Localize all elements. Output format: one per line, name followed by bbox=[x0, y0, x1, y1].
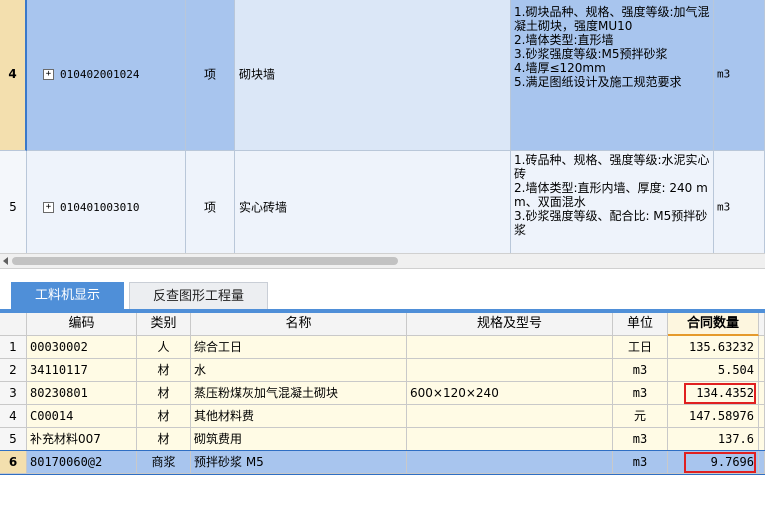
resource-name[interactable]: 综合工日 bbox=[191, 336, 407, 359]
resource-name[interactable]: 砌筑费用 bbox=[191, 428, 407, 451]
item-category[interactable]: 项 bbox=[186, 0, 235, 151]
row-index: 1 bbox=[0, 336, 27, 359]
item-category[interactable]: 项 bbox=[186, 151, 235, 253]
resource-unit[interactable]: 工日 bbox=[613, 336, 668, 359]
item-name[interactable]: 砌块墙 bbox=[235, 0, 511, 151]
qty-highlight-box bbox=[684, 452, 756, 473]
scrollbar-thumb[interactable] bbox=[12, 257, 398, 265]
table-row[interactable]: 5 补充材料007 材 砌筑费用 m3 137.6 bbox=[0, 428, 765, 451]
table-row[interactable]: 1 00030002 人 综合工日 工日 135.63232 bbox=[0, 336, 765, 359]
boq-table: 4 +010402001024 项 砌块墙 1.砌块品种、规格、强度等级:加气混… bbox=[0, 0, 765, 253]
row-index: 2 bbox=[0, 359, 27, 382]
header-spec[interactable]: 规格及型号 bbox=[407, 313, 613, 336]
row-index: 6 bbox=[0, 451, 27, 474]
header-category[interactable]: 类别 bbox=[137, 313, 191, 336]
table-row-selected[interactable]: 6 80170060@2 商浆 预拌砂浆 M5 m3 9.7696 bbox=[0, 450, 765, 475]
resource-code[interactable]: 00030002 bbox=[27, 336, 137, 359]
resource-category[interactable]: 人 bbox=[137, 336, 191, 359]
header-code[interactable]: 编码 bbox=[27, 313, 137, 336]
table-row[interactable]: 3 80230801 材 蒸压粉煤灰加气混凝土砌块 600×120×240 m3… bbox=[0, 382, 765, 405]
row-end bbox=[759, 405, 765, 428]
table-row[interactable]: 2 34110117 材 水 m3 5.504 bbox=[0, 359, 765, 382]
detail-tabs: 工料机显示 反查图形工程量 bbox=[0, 269, 765, 313]
resource-unit[interactable]: m3 bbox=[613, 451, 668, 474]
resource-unit[interactable]: 元 bbox=[613, 405, 668, 428]
row-index: 5 bbox=[0, 428, 27, 451]
resource-name[interactable]: 蒸压粉煤灰加气混凝土砌块 bbox=[191, 382, 407, 405]
resource-category[interactable]: 材 bbox=[137, 382, 191, 405]
resource-spec[interactable] bbox=[407, 428, 613, 451]
resource-name[interactable]: 其他材料费 bbox=[191, 405, 407, 428]
row-end bbox=[759, 428, 765, 451]
item-spec[interactable]: 1.砖品种、规格、强度等级:水泥实心砖 2.墙体类型:直形内墙、厚度: 240 … bbox=[511, 151, 714, 253]
header-index bbox=[0, 313, 27, 336]
resource-code[interactable]: 34110117 bbox=[27, 359, 137, 382]
item-code: 010402001024 bbox=[60, 68, 140, 81]
item-unit[interactable]: m3 bbox=[714, 0, 765, 151]
row-index: 4 bbox=[0, 405, 27, 428]
boq-row[interactable]: 5 +010401003010 项 实心砖墙 1.砖品种、规格、强度等级:水泥实… bbox=[0, 151, 765, 253]
tab-reverse-lookup[interactable]: 反查图形工程量 bbox=[129, 282, 268, 309]
scroll-left-icon[interactable] bbox=[3, 257, 8, 265]
row-end bbox=[759, 382, 765, 405]
expand-icon[interactable]: + bbox=[43, 202, 54, 213]
resource-name[interactable]: 水 bbox=[191, 359, 407, 382]
resource-unit[interactable]: m3 bbox=[613, 428, 668, 451]
grid-header: 编码 类别 名称 规格及型号 单位 合同数量 bbox=[0, 313, 765, 336]
header-contract-qty[interactable]: 合同数量 bbox=[668, 313, 759, 336]
tab-resource-display[interactable]: 工料机显示 bbox=[11, 282, 124, 309]
resource-spec[interactable]: 600×120×240 bbox=[407, 382, 613, 405]
resource-spec[interactable] bbox=[407, 336, 613, 359]
resource-code[interactable]: 80170060@2 bbox=[27, 451, 137, 474]
resource-category[interactable]: 材 bbox=[137, 359, 191, 382]
boq-row[interactable]: 4 +010402001024 项 砌块墙 1.砌块品种、规格、强度等级:加气混… bbox=[0, 0, 765, 151]
header-name[interactable]: 名称 bbox=[191, 313, 407, 336]
resource-name[interactable]: 预拌砂浆 M5 bbox=[191, 451, 407, 474]
header-unit[interactable]: 单位 bbox=[613, 313, 668, 336]
row-index: 4 bbox=[0, 0, 27, 151]
row-index: 5 bbox=[0, 151, 27, 253]
qty-highlight-box bbox=[684, 383, 756, 404]
expand-icon[interactable]: + bbox=[43, 69, 54, 80]
resource-code[interactable]: C00014 bbox=[27, 405, 137, 428]
row-end bbox=[759, 336, 765, 359]
resource-qty[interactable]: 135.63232 bbox=[668, 336, 759, 359]
item-unit[interactable]: m3 bbox=[714, 151, 765, 253]
resource-spec[interactable] bbox=[407, 451, 613, 474]
row-end bbox=[759, 359, 765, 382]
resource-qty[interactable]: 137.6 bbox=[668, 428, 759, 451]
item-spec[interactable]: 1.砌块品种、规格、强度等级:加气混凝土砌块，强度MU10 2.墙体类型:直形墙… bbox=[511, 0, 714, 151]
resource-unit[interactable]: m3 bbox=[613, 382, 668, 405]
resource-spec[interactable] bbox=[407, 359, 613, 382]
item-code-cell[interactable]: +010402001024 bbox=[27, 0, 186, 151]
table-row[interactable]: 4 C00014 材 其他材料费 元 147.58976 bbox=[0, 405, 765, 428]
row-index: 3 bbox=[0, 382, 27, 405]
resource-unit[interactable]: m3 bbox=[613, 359, 668, 382]
resource-code[interactable]: 80230801 bbox=[27, 382, 137, 405]
resource-category[interactable]: 材 bbox=[137, 428, 191, 451]
item-code: 010401003010 bbox=[60, 201, 140, 214]
horizontal-scrollbar[interactable] bbox=[0, 253, 765, 269]
resource-qty[interactable]: 5.504 bbox=[668, 359, 759, 382]
row-end bbox=[759, 451, 765, 474]
resource-qty[interactable]: 147.58976 bbox=[668, 405, 759, 428]
resource-spec[interactable] bbox=[407, 405, 613, 428]
resource-category[interactable]: 商浆 bbox=[137, 451, 191, 474]
item-name[interactable]: 实心砖墙 bbox=[235, 151, 511, 253]
item-code-cell[interactable]: +010401003010 bbox=[27, 151, 186, 253]
resource-code[interactable]: 补充材料007 bbox=[27, 428, 137, 451]
resource-category[interactable]: 材 bbox=[137, 405, 191, 428]
header-end bbox=[759, 313, 765, 336]
